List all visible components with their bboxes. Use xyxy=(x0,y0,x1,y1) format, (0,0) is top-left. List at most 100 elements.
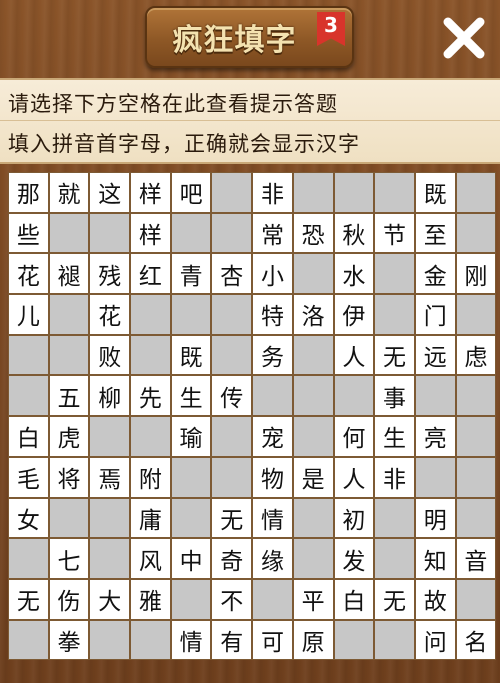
grid-cell[interactable]: 伤 xyxy=(48,578,90,620)
grid-cell[interactable]: 儿 xyxy=(8,294,49,335)
grid-cell[interactable]: 门 xyxy=(414,294,456,335)
grid-cell[interactable]: 庸 xyxy=(130,497,171,539)
grid-cell[interactable]: 问 xyxy=(414,619,456,661)
grid-cell-blank xyxy=(211,456,253,498)
grid-cell[interactable]: 雅 xyxy=(130,578,171,620)
grid-cell[interactable]: 柳 xyxy=(89,375,131,417)
grid-cell-blank xyxy=(170,456,212,498)
grid-cell[interactable]: 中 xyxy=(170,538,212,579)
grid-cell[interactable]: 生 xyxy=(170,375,212,417)
grid-cell[interactable]: 生 xyxy=(374,416,415,457)
grid-cell[interactable]: 将 xyxy=(48,456,90,498)
grid-cell[interactable]: 花 xyxy=(89,294,131,335)
grid-cell[interactable]: 毛 xyxy=(8,456,49,498)
grid-cell[interactable]: 平 xyxy=(292,578,334,620)
grid-cell[interactable]: 恐 xyxy=(292,212,334,254)
grid-cell[interactable]: 节 xyxy=(374,212,415,254)
grid-cell[interactable]: 白 xyxy=(8,416,49,457)
grid-cell[interactable]: 不 xyxy=(211,578,253,620)
hint-panel[interactable]: 请选择下方空格在此查看提示答题 填入拼音首字母，正确就会显示汉字 xyxy=(0,78,500,164)
grid-cell[interactable]: 非 xyxy=(374,456,415,498)
grid-cell[interactable]: 传 xyxy=(211,375,253,417)
grid-cell[interactable]: 有 xyxy=(211,619,253,661)
grid-cell[interactable]: 是 xyxy=(292,456,334,498)
grid-cell[interactable]: 非 xyxy=(252,172,293,213)
grid-cell[interactable]: 败 xyxy=(89,334,131,376)
grid-cell[interactable]: 既 xyxy=(170,334,212,376)
grid-cell[interactable]: 虑 xyxy=(455,334,497,376)
grid-cell[interactable]: 刚 xyxy=(455,253,497,295)
grid-cell[interactable]: 初 xyxy=(333,497,375,539)
grid-cell[interactable]: 女 xyxy=(8,497,49,539)
grid-cell[interactable]: 奇 xyxy=(211,538,253,579)
grid-cell[interactable]: 吧 xyxy=(170,172,212,213)
grid-cell[interactable]: 红 xyxy=(130,253,171,295)
grid-cell-blank xyxy=(170,578,212,620)
grid-cell-blank xyxy=(455,212,497,254)
grid-cell[interactable]: 音 xyxy=(455,538,497,579)
grid-cell[interactable]: 宠 xyxy=(252,416,293,457)
grid-cell[interactable]: 花 xyxy=(8,253,49,295)
grid-cell[interactable]: 远 xyxy=(414,334,456,376)
grid-cell[interactable]: 附 xyxy=(130,456,171,498)
grid-cell[interactable]: 些 xyxy=(8,212,49,254)
grid-cell[interactable]: 情 xyxy=(252,497,293,539)
grid-cell[interactable]: 就 xyxy=(48,172,90,213)
grid-cell[interactable]: 小 xyxy=(252,253,293,295)
grid-cell[interactable]: 洛 xyxy=(292,294,334,335)
grid-cell[interactable]: 亮 xyxy=(414,416,456,457)
grid-cell[interactable]: 秋 xyxy=(333,212,375,254)
grid-cell-blank xyxy=(252,578,293,620)
grid-cell[interactable]: 青 xyxy=(170,253,212,295)
grid-cell[interactable]: 无 xyxy=(374,578,415,620)
grid-cell[interactable]: 白 xyxy=(333,578,375,620)
grid-cell[interactable]: 何 xyxy=(333,416,375,457)
grid-cell[interactable]: 残 xyxy=(89,253,131,295)
grid-cell[interactable]: 知 xyxy=(414,538,456,579)
grid-cell[interactable]: 水 xyxy=(333,253,375,295)
grid-cell[interactable]: 既 xyxy=(414,172,456,213)
grid-cell[interactable]: 虎 xyxy=(48,416,90,457)
grid-cell-blank xyxy=(170,497,212,539)
grid-cell-blank xyxy=(252,375,293,417)
grid-cell[interactable]: 特 xyxy=(252,294,293,335)
grid-cell[interactable]: 明 xyxy=(414,497,456,539)
grid-cell[interactable]: 人 xyxy=(333,334,375,376)
grid-cell-blank xyxy=(211,172,253,213)
grid-cell[interactable]: 五 xyxy=(48,375,90,417)
grid-cell[interactable]: 人 xyxy=(333,456,375,498)
close-button[interactable] xyxy=(436,10,492,66)
grid-cell[interactable]: 原 xyxy=(292,619,334,661)
grid-cell[interactable]: 瑜 xyxy=(170,416,212,457)
grid-cell[interactable]: 样 xyxy=(130,212,171,254)
grid-cell[interactable]: 杏 xyxy=(211,253,253,295)
grid-cell[interactable]: 事 xyxy=(374,375,415,417)
grid-cell[interactable]: 物 xyxy=(252,456,293,498)
top-bar: 疯狂填字 3 xyxy=(0,0,500,80)
grid-cell[interactable]: 发 xyxy=(333,538,375,579)
grid-cell[interactable]: 那 xyxy=(8,172,49,213)
grid-cell[interactable]: 至 xyxy=(414,212,456,254)
grid-cell[interactable]: 先 xyxy=(130,375,171,417)
grid-cell[interactable]: 这 xyxy=(89,172,131,213)
grid-cell[interactable]: 常 xyxy=(252,212,293,254)
grid-cell[interactable]: 故 xyxy=(414,578,456,620)
grid-cell[interactable]: 无 xyxy=(211,497,253,539)
grid-cell[interactable]: 缘 xyxy=(252,538,293,579)
grid-cell[interactable]: 可 xyxy=(252,619,293,661)
grid-cell[interactable]: 名 xyxy=(455,619,497,661)
grid-cell[interactable]: 拳 xyxy=(48,619,90,661)
grid-cell[interactable]: 情 xyxy=(170,619,212,661)
grid-cell[interactable]: 无 xyxy=(374,334,415,376)
grid-cell[interactable]: 金 xyxy=(414,253,456,295)
grid-cell[interactable]: 大 xyxy=(89,578,131,620)
grid-cell[interactable]: 无 xyxy=(8,578,49,620)
close-x-icon xyxy=(443,17,485,59)
grid-cell[interactable]: 焉 xyxy=(89,456,131,498)
grid-cell[interactable]: 样 xyxy=(130,172,171,213)
grid-cell[interactable]: 风 xyxy=(130,538,171,579)
grid-cell[interactable]: 务 xyxy=(252,334,293,376)
grid-cell[interactable]: 七 xyxy=(48,538,90,579)
grid-cell[interactable]: 伊 xyxy=(333,294,375,335)
grid-cell[interactable]: 褪 xyxy=(48,253,90,295)
